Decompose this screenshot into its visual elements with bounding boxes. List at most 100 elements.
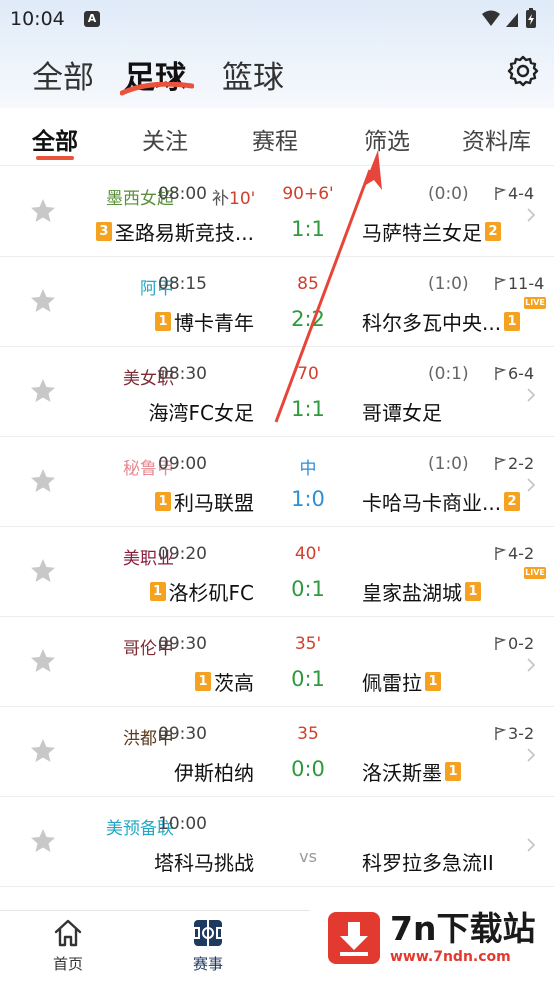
extra-time: 补10' (212, 184, 255, 209)
match-status: 70 (297, 364, 319, 384)
match-score[interactable]: vs (258, 847, 358, 866)
status-time: 10:04 (10, 8, 65, 30)
home-team: 3 圣路易斯竞技... (95, 217, 254, 246)
match-score[interactable]: 1:1 (258, 217, 358, 241)
star-icon[interactable] (29, 377, 57, 405)
match-icon (193, 920, 223, 946)
gear-icon[interactable] (506, 54, 540, 88)
tab-all[interactable]: 全部 (32, 122, 78, 156)
sub-tabs: 全部 关注 赛程 筛选 资料库 (0, 108, 554, 166)
match-time: 09:20 (158, 544, 207, 564)
away-team-name: 卡哈马卡商业... (362, 491, 502, 515)
match-score[interactable]: 2:2 (258, 307, 358, 331)
tab-follow[interactable]: 关注 (142, 122, 188, 156)
match-time: 10:00 (158, 814, 207, 834)
match-row[interactable]: 秘鲁甲 09:00 中 (1:0) 2-2 1 利马联盟 1:0 卡哈马卡商业... 2 (0, 437, 554, 527)
away-team: 卡哈马卡商业... 2 (362, 487, 521, 516)
chevron-right-icon[interactable] (526, 657, 536, 673)
corner-value: 4-2 (508, 544, 535, 563)
match-time: 08:30 (158, 364, 207, 384)
nav-home[interactable]: 首页 (38, 917, 98, 974)
home-team: 伊斯柏纳 (174, 757, 254, 786)
sport-tabs: 全部 足球 篮球 (0, 46, 554, 102)
away-team: 科罗拉多急流II (362, 847, 494, 876)
corner-count: 6-4 (494, 364, 534, 383)
chevron-right-icon[interactable] (526, 837, 536, 853)
match-row[interactable]: 美职业 09:20 40' 4-2 LIVE 1 洛杉矶FC 0:1 皇家盐湖城 1 (0, 527, 554, 617)
match-status: 35' (294, 634, 322, 654)
match-score[interactable]: 0:0 (258, 757, 358, 781)
nav-home-label: 首页 (52, 955, 83, 973)
star-icon[interactable] (29, 467, 57, 495)
corner-count: 3-2 (494, 724, 534, 743)
corner-value: 2-2 (508, 454, 535, 473)
away-rank-badge: 1 (425, 672, 441, 691)
home-team: 塔科马挑战 (154, 847, 254, 876)
live-badge[interactable]: LIVE (524, 297, 546, 309)
away-team-name: 皇家盐湖城 (362, 581, 462, 605)
match-row[interactable]: 美预备联 10:00 塔科马挑战 vs 科罗拉多急流II (0, 797, 554, 887)
corner-count: 0-2 (494, 634, 534, 653)
match-time: 08:15 (158, 274, 207, 294)
away-team: 佩雷拉 1 (362, 667, 441, 696)
wifi-signal-battery-icon (482, 8, 536, 28)
half-score: (1:0) (428, 274, 469, 294)
star-icon[interactable] (29, 287, 57, 315)
away-team: 马萨特兰女足 2 (362, 217, 501, 246)
star-icon[interactable] (29, 647, 57, 675)
active-tab-indicator (36, 156, 74, 160)
chevron-right-icon[interactable] (526, 387, 536, 403)
home-team: 1 茨高 (195, 667, 254, 696)
star-icon[interactable] (29, 827, 57, 855)
nav-matches[interactable]: 赛事 (178, 917, 238, 974)
away-team: 科尔多瓦中央... 1 (362, 307, 521, 336)
tab-schedule[interactable]: 赛程 (252, 122, 298, 156)
watermark: 7n下载站 www.7ndn.com (310, 892, 554, 984)
match-list: 墨西女超 08:00 补10' 90+6' (0:0) 4-4 3 圣路易斯竞技... 1:1 马… (0, 167, 554, 887)
match-score[interactable]: 1:1 (258, 397, 358, 421)
chevron-right-icon[interactable] (526, 747, 536, 763)
match-score[interactable]: 0:1 (258, 667, 358, 691)
corner-count: 11-4 (494, 274, 544, 293)
away-team-name: 科罗拉多急流II (362, 851, 494, 875)
star-icon[interactable] (29, 557, 57, 585)
away-team: 洛沃斯墨 1 (362, 757, 461, 786)
nav-matches-label: 赛事 (192, 955, 223, 973)
match-status: 90+6' (282, 184, 334, 204)
match-row[interactable]: 阿甲 08:15 85 (1:0) 11-4 LIVE 1 博卡青年 2:2 科尔多瓦中央... 1 (0, 257, 554, 347)
chevron-right-icon[interactable] (526, 207, 536, 223)
away-team: 皇家盐湖城 1 (362, 577, 481, 606)
corner-count: 4-4 (494, 184, 534, 203)
chevron-right-icon[interactable] (526, 477, 536, 493)
corner-value: 3-2 (508, 724, 535, 743)
tab-all-sports[interactable]: 全部 (32, 52, 94, 97)
match-score[interactable]: 1:0 (258, 487, 358, 511)
home-rank-badge: 1 (155, 312, 171, 331)
home-icon (54, 919, 82, 947)
home-team-name: 洛杉矶FC (168, 581, 254, 605)
star-icon[interactable] (29, 737, 57, 765)
tab-database[interactable]: 资料库 (462, 122, 531, 156)
home-rank-badge: 1 (155, 492, 171, 511)
tab-filter[interactable]: 筛选 (364, 122, 410, 156)
tab-basketball[interactable]: 篮球 (222, 52, 284, 97)
home-team-name: 塔科马挑战 (154, 851, 254, 875)
status-bar: 10:04 A (0, 0, 554, 38)
home-team: 1 利马联盟 (155, 487, 254, 516)
watermark-title: 7n下载站 (390, 909, 536, 948)
home-rank-badge: 3 (95, 222, 112, 241)
away-team-name: 马萨特兰女足 (362, 221, 482, 245)
match-row[interactable]: 美女职 08:30 70 (0:1) 6-4 海湾FC女足 1:1 哥谭女足 (0, 347, 554, 437)
corner-count: 2-2 (494, 454, 534, 473)
download-logo-icon (328, 912, 380, 964)
match-row[interactable]: 洪都甲 09:30 35 3-2 伊斯柏纳 0:0 洛沃斯墨 1 (0, 707, 554, 797)
away-rank-badge: 1 (465, 582, 481, 601)
star-icon[interactable] (29, 197, 57, 225)
match-row[interactable]: 墨西女超 08:00 补10' 90+6' (0:0) 4-4 3 圣路易斯竞技... 1:1 马… (0, 167, 554, 257)
match-status: 40' (294, 544, 322, 564)
live-badge[interactable]: LIVE (524, 567, 546, 579)
match-row[interactable]: 哥伦甲 09:30 35' 0-2 1 茨高 0:1 佩雷拉 1 (0, 617, 554, 707)
match-score[interactable]: 0:1 (258, 577, 358, 601)
home-rank-badge: 1 (195, 672, 211, 691)
home-team-name: 利马联盟 (174, 491, 254, 515)
